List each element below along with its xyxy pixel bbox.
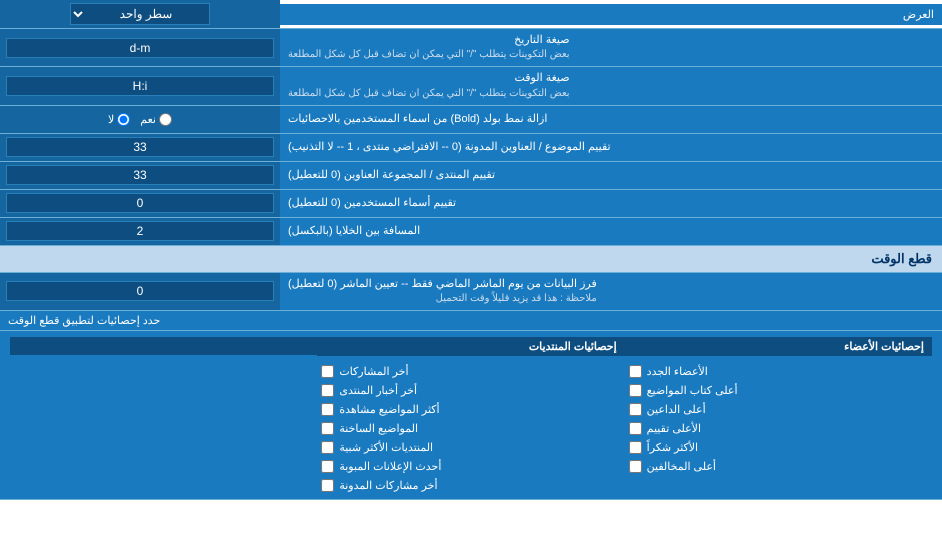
topics-order-input-cell [0, 134, 280, 161]
members-stat-0-checkbox[interactable] [629, 365, 642, 378]
time-format-title: صيغة الوقت [288, 71, 570, 86]
forums-stat-0-label: أخر المشاركات [339, 365, 408, 378]
forums-stat-3: المواضيع الساخنة [317, 421, 624, 436]
empty-col [10, 337, 317, 493]
members-stats-header: إحصائيات الأعضاء [625, 337, 932, 356]
display-select-cell: سطر واحدسطرينثلاثة أسطر [0, 0, 280, 28]
cut-time-input-cell [0, 273, 280, 310]
forums-stat-4: المنتديات الأكثر شبية [317, 440, 624, 455]
remove-bold-no-text: لا [108, 113, 114, 126]
date-format-row: صيغة التاريخ بعض التكوينات يتطلب "/" الت… [0, 29, 942, 67]
forums-stat-1-label: أخر أخبار المنتدى [339, 384, 417, 397]
time-format-row: صيغة الوقت بعض التكوينات يتطلب "/" التي … [0, 67, 942, 105]
forums-stat-2-label: أكثر المواضيع مشاهدة [339, 403, 439, 416]
members-stat-3: الأعلى تقييم [625, 421, 932, 436]
members-stat-4-checkbox[interactable] [629, 441, 642, 454]
members-stat-2-label: أعلى الداعين [647, 403, 706, 416]
cells-space-label: المسافة بين الخلايا (بالبكسل) [280, 218, 942, 245]
topics-order-label: تقييم الموضوع / العناوين المدونة (0 -- ا… [280, 134, 942, 161]
users-order-input[interactable] [6, 193, 274, 213]
forums-stat-6-label: أخر مشاركات المدونة [339, 479, 437, 492]
cut-time-section-header: قطع الوقت [0, 246, 942, 273]
forum-group-row: تقييم المنتدى / المجموعة العناوين (0 للت… [0, 162, 942, 190]
forums-stats-header: إحصائيات المنتديات [317, 337, 624, 356]
remove-bold-no-label[interactable]: لا [108, 113, 130, 126]
members-stat-3-label: الأعلى تقييم [647, 422, 701, 435]
forums-stat-1-checkbox[interactable] [321, 384, 334, 397]
cut-time-input[interactable] [6, 281, 274, 301]
forums-stat-5-label: أحدث الإعلانات المبوبة [339, 460, 441, 473]
limit-row: حدد إحصائيات لتطبيق قطع الوقت [0, 311, 942, 331]
members-stat-4-label: الأكثر شكراً [647, 441, 698, 454]
time-format-label: صيغة الوقت بعض التكوينات يتطلب "/" التي … [280, 67, 942, 104]
checkbox-section: إحصائيات الأعضاء الأعضاء الجدد أعلى كتاب… [0, 331, 942, 500]
users-order-input-cell [0, 190, 280, 217]
time-format-input[interactable] [6, 76, 274, 96]
cells-space-input[interactable] [6, 221, 274, 241]
members-stats-col: إحصائيات الأعضاء الأعضاء الجدد أعلى كتاب… [625, 337, 932, 493]
cut-time-main-label: فرز البيانات من يوم الماشر الماضي فقط --… [288, 277, 597, 292]
checkbox-grid: إحصائيات الأعضاء الأعضاء الجدد أعلى كتاب… [10, 337, 932, 493]
date-format-input-cell [0, 29, 280, 66]
forums-stat-1: أخر أخبار المنتدى [317, 383, 624, 398]
members-stat-0-label: الأعضاء الجدد [647, 365, 708, 378]
members-stat-4: الأكثر شكراً [625, 440, 932, 455]
forums-stat-2: أكثر المواضيع مشاهدة [317, 402, 624, 417]
forum-group-input[interactable] [6, 165, 274, 185]
remove-bold-row: ازالة نمط بولد (Bold) من اسماء المستخدمي… [0, 106, 942, 134]
members-stat-1: أعلى كتاب المواضيع [625, 383, 932, 398]
empty-col-header [10, 337, 317, 355]
date-format-title: صيغة التاريخ [288, 33, 570, 48]
remove-bold-radio-cell: نعم لا [0, 106, 280, 133]
forums-stat-0: أخر المشاركات [317, 364, 624, 379]
forums-stat-6: أخر مشاركات المدونة [317, 478, 624, 493]
time-format-sublabel: بعض التكوينات يتطلب "/" التي يمكن ان تضا… [288, 87, 570, 101]
forums-stat-6-checkbox[interactable] [321, 479, 334, 492]
forum-group-input-cell [0, 162, 280, 189]
remove-bold-yes-radio[interactable] [159, 113, 172, 126]
topics-order-input[interactable] [6, 137, 274, 157]
cut-time-note-label: ملاحظة : هذا قد يزيد قليلاً وقت التحميل [288, 292, 597, 306]
date-format-sublabel: بعض التكوينات يتطلب "/" التي يمكن ان تضا… [288, 48, 570, 62]
display-select[interactable]: سطر واحدسطرينثلاثة أسطر [70, 3, 210, 25]
members-stat-1-label: أعلى كتاب المواضيع [647, 384, 738, 397]
forums-stat-4-checkbox[interactable] [321, 441, 334, 454]
cut-time-row: فرز البيانات من يوم الماشر الماضي فقط --… [0, 273, 942, 311]
forums-stat-5: أحدث الإعلانات المبوبة [317, 459, 624, 474]
cut-time-label: فرز البيانات من يوم الماشر الماضي فقط --… [280, 273, 942, 310]
date-format-input[interactable] [6, 38, 274, 58]
cells-space-row: المسافة بين الخلايا (بالبكسل) [0, 218, 942, 246]
members-stat-3-checkbox[interactable] [629, 422, 642, 435]
display-label: العرض [280, 4, 942, 25]
forums-stat-4-label: المنتديات الأكثر شبية [339, 441, 433, 454]
users-order-label: تقييم أسماء المستخدمين (0 للتعطيل) [280, 190, 942, 217]
date-format-label: صيغة التاريخ بعض التكوينات يتطلب "/" الت… [280, 29, 942, 66]
forums-stat-3-checkbox[interactable] [321, 422, 334, 435]
forums-stats-col: إحصائيات المنتديات أخر المشاركات أخر أخب… [317, 337, 624, 493]
members-stat-5-checkbox[interactable] [629, 460, 642, 473]
forums-stat-2-checkbox[interactable] [321, 403, 334, 416]
members-stat-2: أعلى الداعين [625, 402, 932, 417]
forum-group-label: تقييم المنتدى / المجموعة العناوين (0 للت… [280, 162, 942, 189]
cells-space-input-cell [0, 218, 280, 245]
remove-bold-yes-label[interactable]: نعم [140, 113, 172, 126]
forums-stat-5-checkbox[interactable] [321, 460, 334, 473]
remove-bold-label: ازالة نمط بولد (Bold) من اسماء المستخدمي… [280, 106, 942, 133]
forums-stat-3-label: المواضيع الساخنة [339, 422, 418, 435]
members-stat-1-checkbox[interactable] [629, 384, 642, 397]
users-order-row: تقييم أسماء المستخدمين (0 للتعطيل) [0, 190, 942, 218]
members-stat-0: الأعضاء الجدد [625, 364, 932, 379]
members-stat-5: أعلى المخالفين [625, 459, 932, 474]
forums-stat-0-checkbox[interactable] [321, 365, 334, 378]
topics-order-row: تقييم الموضوع / العناوين المدونة (0 -- ا… [0, 134, 942, 162]
remove-bold-yes-text: نعم [140, 113, 156, 126]
time-format-input-cell [0, 67, 280, 104]
display-row: العرض سطر واحدسطرينثلاثة أسطر [0, 0, 942, 29]
members-stat-5-label: أعلى المخالفين [647, 460, 716, 473]
members-stat-2-checkbox[interactable] [629, 403, 642, 416]
remove-bold-no-radio[interactable] [117, 113, 130, 126]
